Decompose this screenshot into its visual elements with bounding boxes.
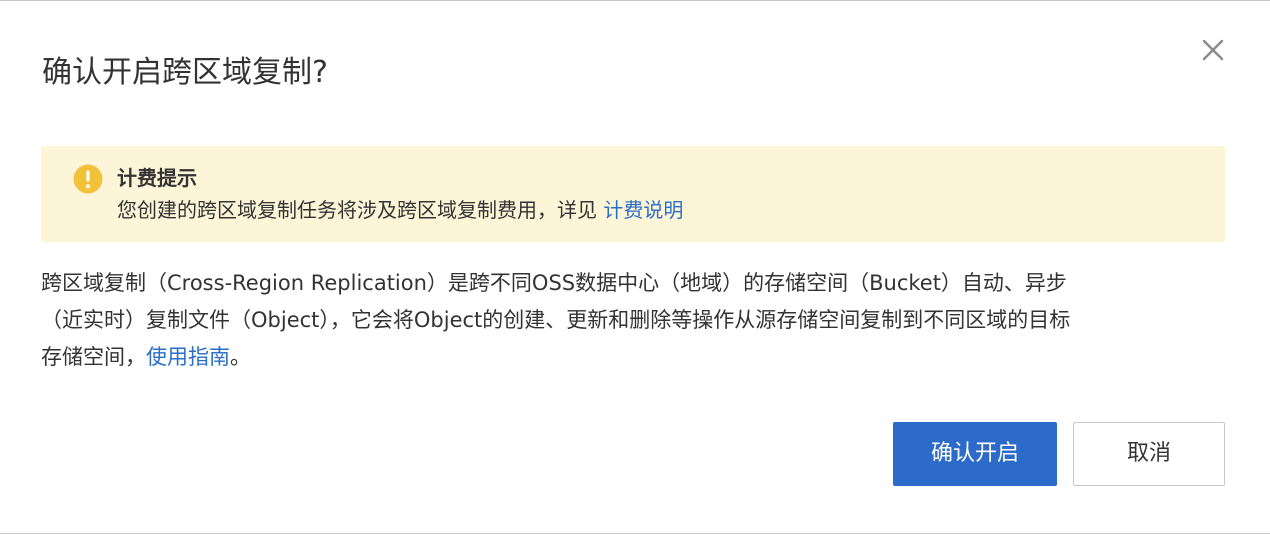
description-line: （近实时）复制文件（Object），它会将Object的创建、更新和删除等操作从… [41, 308, 1071, 332]
description-text: 存储空间， [41, 345, 146, 369]
notice-message: 您创建的跨区域复制任务将涉及跨区域复制费用，详见 [117, 198, 604, 222]
billing-info-link[interactable]: 计费说明 [603, 198, 683, 222]
user-guide-link[interactable]: 使用指南 [146, 345, 230, 369]
close-icon [1202, 39, 1224, 61]
billing-notice: 计费提示 您创建的跨区域复制任务将涉及跨区域复制费用，详见 计费说明 [41, 146, 1225, 242]
close-button[interactable] [1196, 33, 1230, 67]
confirm-dialog: 确认开启跨区域复制? 计费提示 您创建的跨区域复制任务将涉及跨区域复制费用，详见… [0, 0, 1270, 534]
confirm-enable-button[interactable]: 确认开启 [893, 422, 1057, 486]
description-text: 。 [230, 345, 251, 369]
description-line: 跨区域复制（Cross-Region Replication）是跨不同OSS数据… [41, 271, 1067, 295]
replication-description: 跨区域复制（Cross-Region Replication）是跨不同OSS数据… [41, 265, 1231, 376]
warning-icon [73, 164, 103, 194]
notice-text: 您创建的跨区域复制任务将涉及跨区域复制费用，详见 计费说明 [117, 196, 683, 224]
dialog-title: 确认开启跨区域复制? [42, 55, 328, 90]
notice-title: 计费提示 [117, 166, 197, 190]
cancel-button[interactable]: 取消 [1073, 422, 1225, 486]
description-line: 存储空间，使用指南。 [41, 339, 1231, 376]
